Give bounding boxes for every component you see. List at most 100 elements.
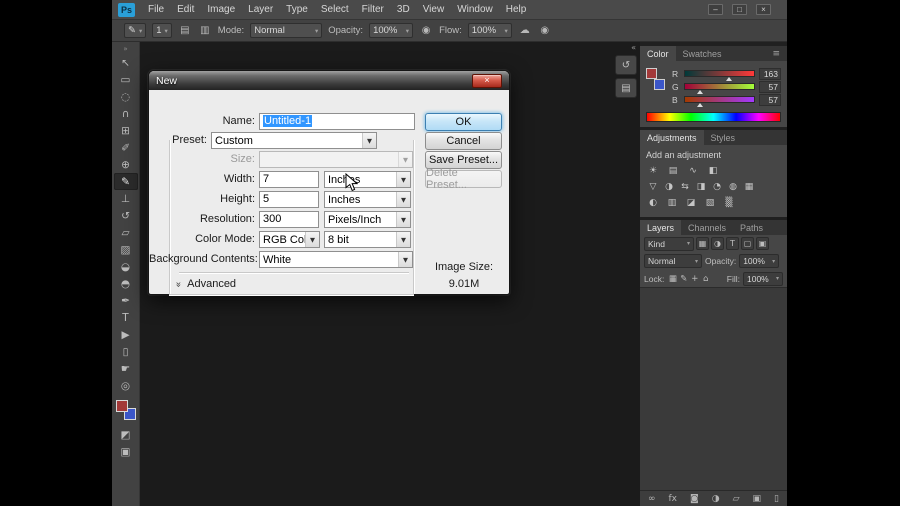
layers-list[interactable] — [640, 287, 787, 490]
panel-tab[interactable]: Swatches — [676, 46, 729, 61]
link-layers-icon[interactable]: ∞ — [648, 494, 656, 504]
color-mode-dropdown[interactable]: RGB Color ▼ — [259, 231, 320, 248]
screen-mode-tool[interactable]: ▣ — [114, 443, 138, 460]
lock-all-icon[interactable]: ⌂ — [700, 274, 711, 284]
history-brush-tool[interactable]: ↺ — [114, 207, 138, 224]
name-input[interactable]: Untitled-1 — [259, 113, 415, 130]
slider-handle[interactable] — [697, 90, 704, 94]
clone-stamp-tool[interactable]: ⊥ — [114, 190, 138, 207]
move-tool[interactable]: ↖ — [114, 54, 138, 71]
panel-tab[interactable]: Layers — [640, 220, 682, 235]
mini-bridge-panel-icon[interactable]: ▤ — [615, 78, 637, 98]
delete-preset-button[interactable]: Delete Preset... — [425, 167, 502, 191]
foreground-color-swatch[interactable] — [646, 68, 657, 79]
channel-slider[interactable] — [684, 70, 755, 81]
pixel-layer-filter-icon[interactable]: ▦ — [696, 237, 709, 250]
layer-blend-mode-dropdown[interactable]: Normal ▾ — [644, 254, 702, 268]
bit-depth-dropdown[interactable]: 8 bit ▼ — [324, 231, 411, 248]
channel-slider[interactable] — [684, 83, 755, 94]
slider-handle[interactable] — [697, 103, 704, 107]
layer-effects-icon[interactable]: fx — [669, 494, 678, 504]
preset-dropdown[interactable]: Custom ▼ — [211, 132, 377, 149]
layers-opacity-dropdown[interactable]: 100% ▾ — [739, 254, 780, 268]
panel-menu-icon[interactable]: ≡ — [767, 46, 785, 61]
ok-button[interactable]: OK — [425, 113, 502, 131]
lasso-tool[interactable]: ◌ — [114, 88, 138, 105]
blend-mode-dropdown[interactable]: Normal ▾ — [250, 23, 323, 38]
hue-saturation-icon[interactable]: ◑ — [662, 180, 676, 193]
adjustment-layer-filter-icon[interactable]: ◑ — [711, 237, 724, 250]
resolution-unit-dropdown[interactable]: Pixels/Inch ▼ — [324, 211, 411, 228]
foreground-color-swatch[interactable] — [115, 400, 128, 412]
layer-filter-kind-dropdown[interactable]: Kind ▾ — [644, 236, 694, 251]
dodge-tool[interactable]: ◓ — [114, 275, 138, 292]
menu-item[interactable]: Image — [207, 4, 235, 15]
panel-tab[interactable]: Adjustments — [640, 130, 704, 145]
brush-tool[interactable]: ✎ — [113, 173, 138, 190]
photo-filter-icon[interactable]: ◔ — [710, 180, 724, 193]
background-contents-dropdown[interactable]: White ▼ — [259, 251, 413, 268]
invert-icon[interactable]: ◐ — [646, 196, 660, 209]
posterize-icon[interactable]: ▥ — [665, 196, 679, 209]
eraser-tool[interactable]: ▱ — [114, 224, 138, 241]
history-panel-icon[interactable]: ↺ — [615, 55, 637, 75]
menu-item[interactable]: Window — [457, 4, 493, 15]
height-unit-dropdown[interactable]: Inches ▼ — [324, 191, 411, 208]
menu-item[interactable]: Type — [286, 4, 308, 15]
spot-healing-brush-tool[interactable]: ⊕ — [114, 156, 138, 173]
channel-value[interactable]: 57 — [759, 93, 781, 106]
vibrance-icon[interactable]: ▽ — [646, 180, 660, 193]
zoom-tool[interactable]: ◎ — [114, 377, 138, 394]
pen-tool[interactable]: ✒ — [114, 292, 138, 309]
channel-slider[interactable] — [684, 96, 755, 107]
opacity-dropdown[interactable]: 100% ▾ — [369, 23, 414, 38]
menu-item[interactable]: 3D — [397, 4, 410, 15]
delete-layer-icon[interactable]: ▯ — [774, 494, 779, 504]
toggle-brush-presets-icon[interactable]: ▥ — [198, 25, 212, 36]
dialog-close-icon[interactable]: × — [472, 73, 502, 88]
minimize-icon[interactable]: – — [708, 4, 723, 15]
toggle-brush-panel-icon[interactable]: ▤ — [178, 25, 192, 36]
rectangular-marquee-tool[interactable]: ▭ — [114, 71, 138, 88]
selective-color-icon[interactable]: ▒ — [722, 196, 736, 209]
menu-item[interactable]: File — [148, 4, 164, 15]
layer-mask-icon[interactable]: ◙ — [690, 494, 699, 504]
pressure-opacity-icon[interactable]: ◉ — [419, 25, 433, 36]
layer-group-icon[interactable]: ▱ — [733, 494, 740, 504]
menu-item[interactable]: View — [423, 4, 445, 15]
blur-tool[interactable]: ◒ — [114, 258, 138, 275]
black-white-icon[interactable]: ◨ — [694, 180, 708, 193]
levels-icon[interactable]: ▤ — [666, 164, 680, 177]
hand-tool[interactable]: ☛ — [114, 360, 138, 377]
lock-pixels-icon[interactable]: ✎ — [678, 274, 689, 284]
lock-position-icon[interactable]: + — [689, 274, 700, 284]
maximize-icon[interactable]: □ — [732, 4, 747, 15]
width-unit-dropdown[interactable]: Inches ▼ — [324, 171, 411, 188]
smart-object-filter-icon[interactable]: ▣ — [756, 237, 769, 250]
pressure-size-icon[interactable]: ◉ — [538, 25, 552, 36]
fill-dropdown[interactable]: 100% ▾ — [743, 271, 783, 286]
path-selection-tool[interactable]: ▶ — [114, 326, 138, 343]
close-icon[interactable]: × — [756, 4, 771, 15]
eyedropper-tool[interactable]: ✐ — [114, 139, 138, 156]
panel-tab[interactable]: Color — [640, 46, 676, 61]
curves-icon[interactable]: ∿ — [686, 164, 700, 177]
rectangle-tool[interactable]: ▯ — [114, 343, 138, 360]
channel-value[interactable]: 163 — [759, 67, 781, 80]
quick-mask-tool[interactable]: ◩ — [114, 426, 138, 443]
panel-tab[interactable]: Paths — [733, 220, 770, 235]
width-input[interactable]: 7 — [259, 171, 319, 188]
color-lookup-icon[interactable]: ▦ — [742, 180, 756, 193]
brush-size-picker[interactable]: 1 ▾ — [152, 23, 172, 38]
threshold-icon[interactable]: ◪ — [684, 196, 698, 209]
color-balance-icon[interactable]: ⇆ — [678, 180, 692, 193]
menu-item[interactable]: Filter — [362, 4, 384, 15]
panel-tab[interactable]: Channels — [681, 220, 733, 235]
size-dropdown[interactable]: ▼ — [259, 151, 413, 168]
flow-dropdown[interactable]: 100% ▾ — [467, 23, 512, 38]
type-layer-filter-icon[interactable]: T — [726, 237, 739, 250]
panel-tab[interactable]: Styles — [704, 130, 743, 145]
menu-item[interactable]: Layer — [248, 4, 273, 15]
gradient-map-icon[interactable]: ▧ — [703, 196, 717, 209]
airbrush-icon[interactable]: ☁ — [518, 25, 532, 36]
